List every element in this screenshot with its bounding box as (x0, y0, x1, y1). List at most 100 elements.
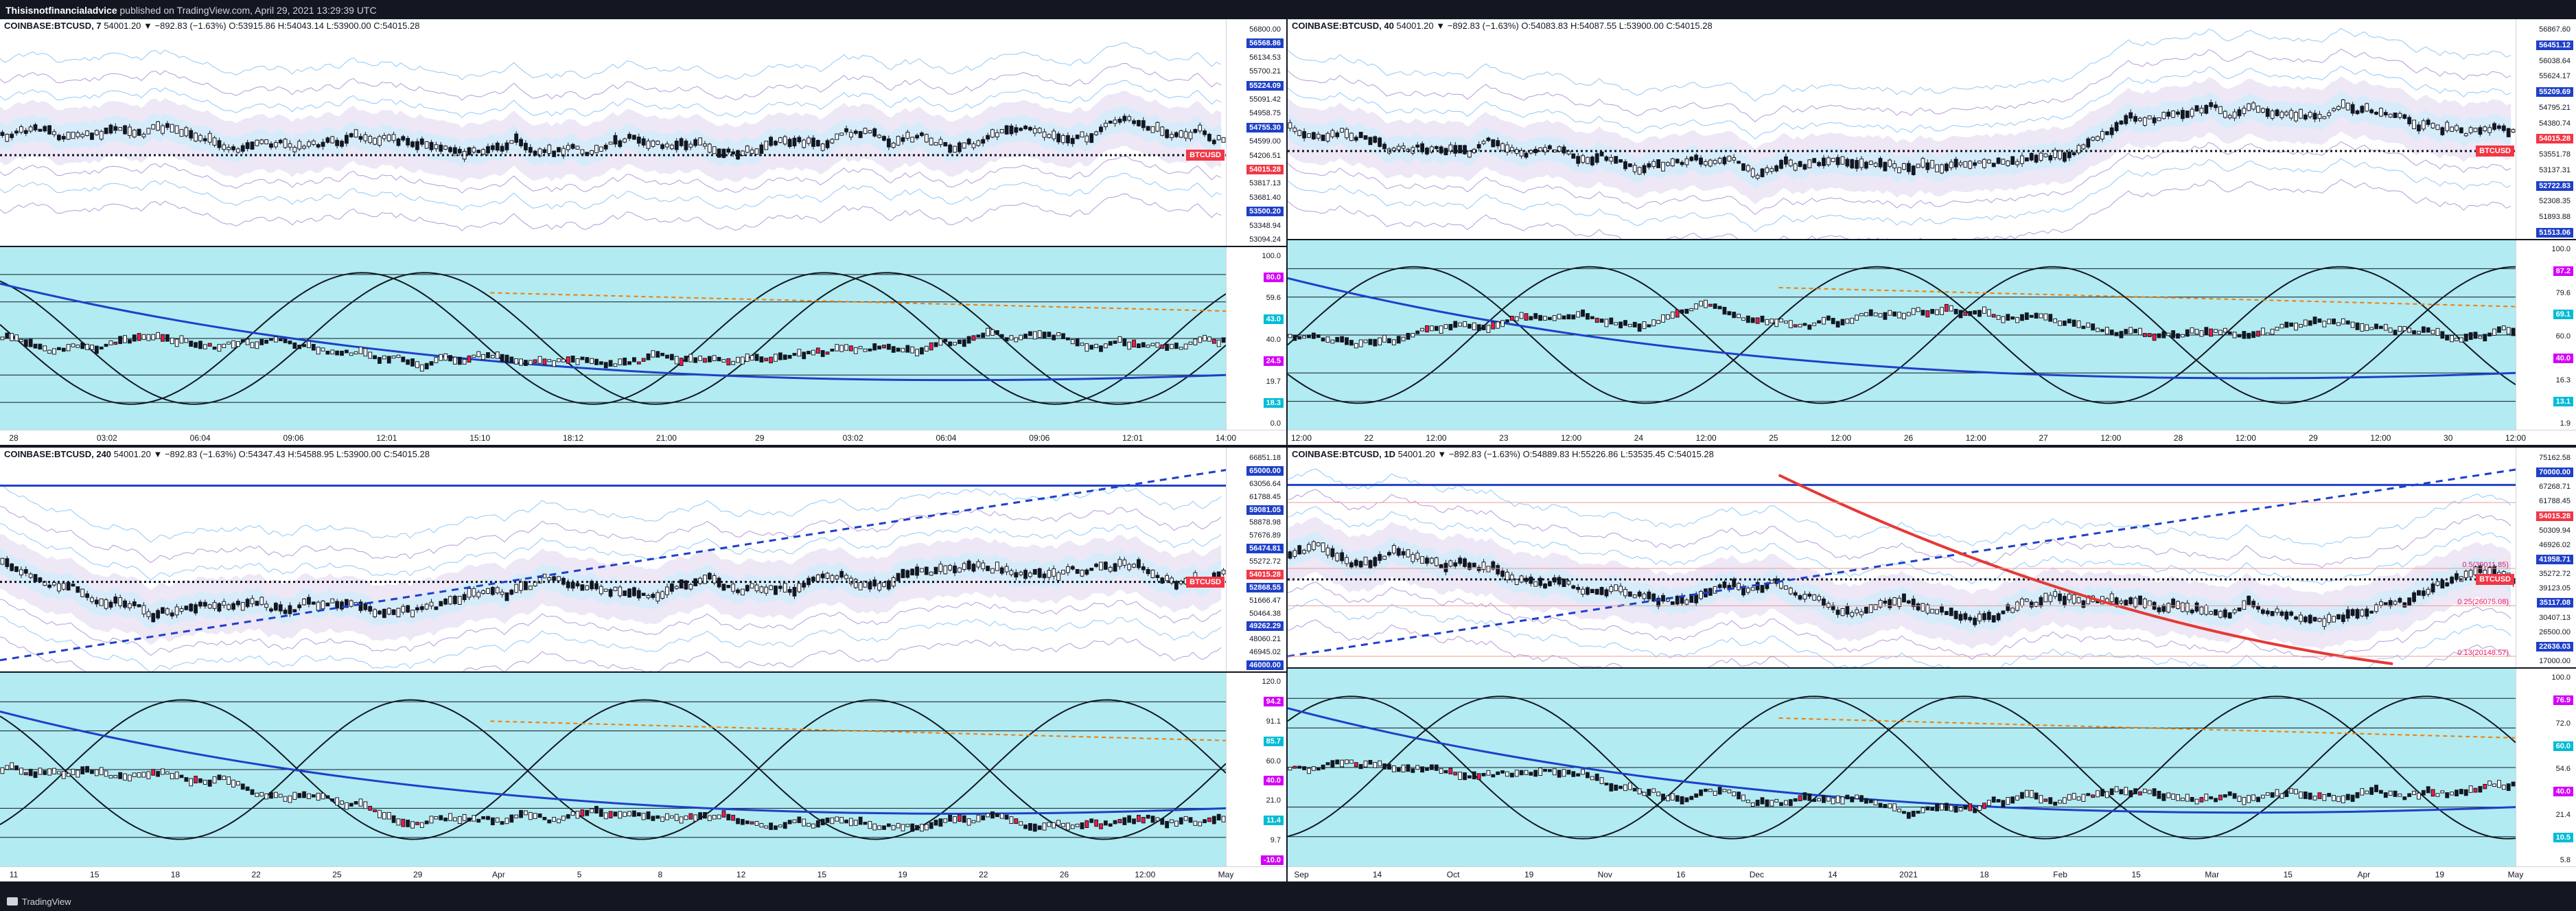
candle (99, 598, 104, 606)
price-axis[interactable]: 66851.18 65000.00 63056.64 61788.45 59081.05… (1226, 448, 1286, 671)
candle (613, 135, 618, 145)
osc-candle (2185, 794, 2190, 802)
candle (1330, 130, 1335, 137)
osc-candle (1807, 793, 1812, 801)
candle (1986, 612, 1991, 620)
candle (457, 596, 462, 605)
symbol-label[interactable]: COINBASE:BTCUSD, 240 (4, 449, 111, 459)
osc-candle (623, 357, 627, 366)
candle (999, 567, 1004, 574)
candle (1883, 161, 1888, 172)
chart-panel-p1[interactable]: COINBASE:BTCUSD, 7 54001.20 ▼ −892.83 (−… (0, 19, 1286, 445)
oscillator-axis[interactable]: 100.0 76.9 72.0 60.0 54.6 40.0 21.4 10.5 5.8 (2516, 669, 2576, 866)
osc-candle (552, 360, 557, 367)
candle (321, 600, 325, 610)
osc-candle (2468, 785, 2473, 793)
osc-candle (853, 347, 858, 354)
osc-candle (561, 358, 566, 362)
price-axis[interactable]: 75162.58 70000.00 67268.71 61788.45 54015.28… (2516, 448, 2576, 667)
price-axis[interactable]: 56867.60 56451.12 56038.64 55624.17 55209.69… (2516, 19, 2576, 239)
candle (255, 139, 259, 146)
candle (1868, 161, 1873, 165)
price-plot[interactable] (0, 448, 1226, 671)
osc-candle (1207, 336, 1211, 342)
candle (787, 589, 792, 593)
oscillator-plot[interactable] (0, 247, 1226, 430)
osc-candle (557, 818, 561, 824)
osc-candle (1538, 768, 1543, 776)
price-plot[interactable] (1288, 448, 2516, 667)
osc-candle (2492, 328, 2496, 336)
osc-candle (104, 343, 108, 347)
time-axis-label: 22 (251, 870, 261, 879)
osc-candle (1737, 314, 1741, 319)
symbol-label[interactable]: COINBASE:BTCUSD, 1D (1292, 449, 1395, 459)
price-plot[interactable] (1288, 19, 2516, 239)
osc-candle (434, 816, 439, 820)
osc-candle (2194, 798, 2199, 805)
osc-candle (2383, 324, 2388, 331)
candle (1514, 579, 1519, 585)
blue-average-line (0, 282, 1226, 382)
candle (2378, 108, 2383, 117)
oscillator-axis[interactable]: 100.0 80.0 59.6 43.0 40.0 24.5 19.7 18.3 0.0 (1226, 247, 1286, 430)
candle (1037, 128, 1042, 133)
time-axis[interactable]: 12:00 22 12:00 23 12:00 24 12:00 25 12:00 26 12:00… (1288, 430, 2576, 445)
osc-candle (528, 811, 533, 820)
oscillator-axis[interactable]: 120.0 94.2 91.1 85.7 60.0 40.0 21.0 11.4 9.7 -10.… (1226, 673, 1286, 866)
symbol-label[interactable]: COINBASE:BTCUSD, 40 (1292, 21, 1394, 31)
osc-candle (1509, 316, 1514, 321)
time-axis-label: 18:12 (563, 433, 584, 443)
candle (1335, 132, 1340, 137)
candle (830, 139, 835, 143)
symbol-label[interactable]: COINBASE:BTCUSD, 7 (4, 21, 102, 31)
chart-panel-p4[interactable]: COINBASE:BTCUSD, 1D 54001.20 ▼ −892.83 (… (1288, 448, 2576, 881)
osc-candle (2152, 788, 2157, 796)
time-axis-label: Dec (1749, 870, 1765, 879)
osc-candle (1850, 796, 1855, 803)
candle (2072, 594, 2076, 604)
osc-candle (1963, 312, 1968, 316)
candle (2265, 108, 2270, 117)
candle (1141, 120, 1146, 128)
osc-candle (1080, 822, 1084, 829)
osc-candle (1529, 772, 1533, 776)
candle (1401, 146, 1406, 149)
candle (0, 557, 5, 565)
osc-candle (1193, 820, 1198, 826)
osc-candle (585, 357, 590, 363)
osc-candle (80, 766, 85, 774)
candle (769, 137, 774, 146)
time-axis[interactable]: 11 15 18 22 25 29 Apr 5 8 12 15 19 22 26 12:00 May (0, 866, 1286, 881)
candle (307, 141, 311, 147)
candle (396, 608, 401, 618)
osc-candle (23, 339, 28, 347)
osc-candle (2076, 320, 2081, 328)
candle (1953, 159, 1958, 168)
time-axis[interactable]: 28 03:02 06:04 09:06 12:01 15:10 18:12 21:00 29 0… (0, 430, 1286, 445)
osc-candle (2483, 334, 2487, 342)
candle (1642, 593, 1647, 599)
candle (2180, 602, 2185, 612)
oscillator-plot[interactable] (1288, 240, 2516, 430)
osc-candle (2355, 322, 2360, 330)
oscillator-plot[interactable] (0, 673, 1226, 866)
candle (1496, 140, 1500, 147)
osc-candle (2430, 789, 2435, 797)
price-plot[interactable] (0, 19, 1226, 246)
chart-panel-p2[interactable]: COINBASE:BTCUSD, 40 54001.20 ▼ −892.83 (… (1288, 19, 2576, 445)
price-axis[interactable]: 56800.00 56568.86 56134.53 55700.21 55224.09… (1226, 19, 1286, 246)
osc-candle (863, 822, 868, 825)
oscillator-axis[interactable]: 100.0 87.2 79.6 69.1 60.0 40.0 16.3 13.1 1.9 (2516, 240, 2576, 430)
osc-candle (1802, 323, 1807, 326)
osc-candle (1311, 766, 1316, 771)
candle (132, 129, 137, 138)
chart-panel-p3[interactable]: COINBASE:BTCUSD, 240 54001.20 ▼ −892.83 … (0, 448, 1286, 881)
osc-candle (712, 355, 717, 362)
author-name[interactable]: Thisisnotfinancialadvice (5, 5, 117, 16)
osc-candle (94, 345, 99, 354)
osc-candle (1949, 805, 1953, 811)
osc-candle (2322, 794, 2327, 801)
oscillator-plot[interactable] (1288, 669, 2516, 866)
time-axis[interactable]: Sep 14 Oct 19 Nov 16 Dec 14 2021 18 Feb 15 Mar 15 Apr 1… (1288, 866, 2576, 881)
